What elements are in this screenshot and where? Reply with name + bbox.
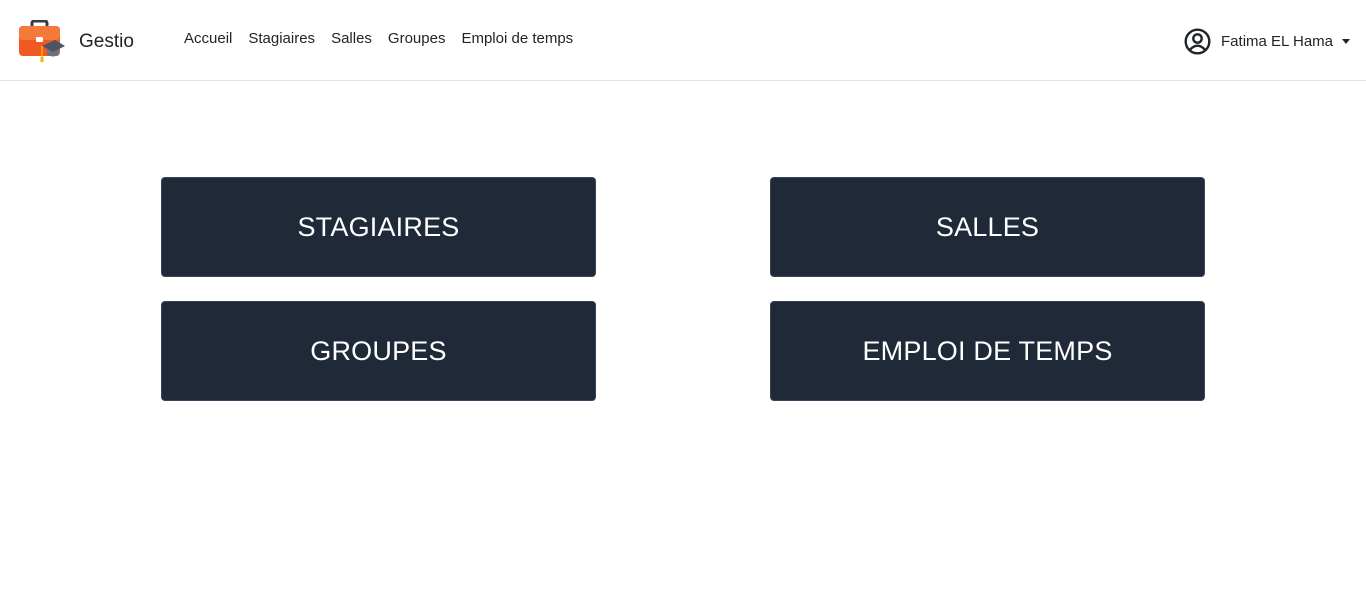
briefcase-graduation-icon xyxy=(19,20,65,62)
groupes-tile-button[interactable]: GROUPES xyxy=(161,301,596,401)
nav-link-groupes[interactable]: Groupes xyxy=(388,30,446,47)
stagiaires-tile-button[interactable]: STAGIAIRES xyxy=(161,177,596,277)
tile-label: STAGIAIRES xyxy=(297,211,460,242)
nav-link-stagiaires[interactable]: Stagiaires xyxy=(248,30,315,47)
user-name: Fatima EL Hama xyxy=(1221,32,1333,50)
user-dropdown-toggle[interactable]: Fatima EL Hama xyxy=(1184,26,1350,56)
emploi-de-temps-tile-button[interactable]: EMPLOI DE TEMPS xyxy=(770,301,1205,401)
nav-item-accueil: Accueil xyxy=(184,30,232,48)
nav-item-emploi-de-temps: Emploi de temps xyxy=(461,30,573,48)
user-circle-icon xyxy=(1184,27,1211,55)
brand-link[interactable]: Gestio xyxy=(19,20,134,64)
nav-item-salles: Salles xyxy=(331,30,372,48)
tile-label: GROUPES xyxy=(310,335,447,366)
main-nav: Accueil Stagiaires Salles Groupes Emploi… xyxy=(184,30,589,48)
nav-link-emploi-de-temps[interactable]: Emploi de temps xyxy=(461,30,573,47)
nav-link-salles[interactable]: Salles xyxy=(331,30,372,47)
tile-label: EMPLOI DE TEMPS xyxy=(862,335,1113,366)
chevron-down-icon xyxy=(1342,38,1350,44)
salles-tile-button[interactable]: SALLES xyxy=(770,177,1205,277)
nav-item-stagiaires: Stagiaires xyxy=(248,30,315,48)
brand-name: Gestio xyxy=(79,31,134,52)
top-navbar: Gestio Accueil Stagiaires Salles Groupes… xyxy=(0,0,1366,81)
nav-item-groupes: Groupes xyxy=(388,30,446,48)
tile-label: SALLES xyxy=(935,211,1040,242)
nav-link-accueil[interactable]: Accueil xyxy=(184,30,232,47)
